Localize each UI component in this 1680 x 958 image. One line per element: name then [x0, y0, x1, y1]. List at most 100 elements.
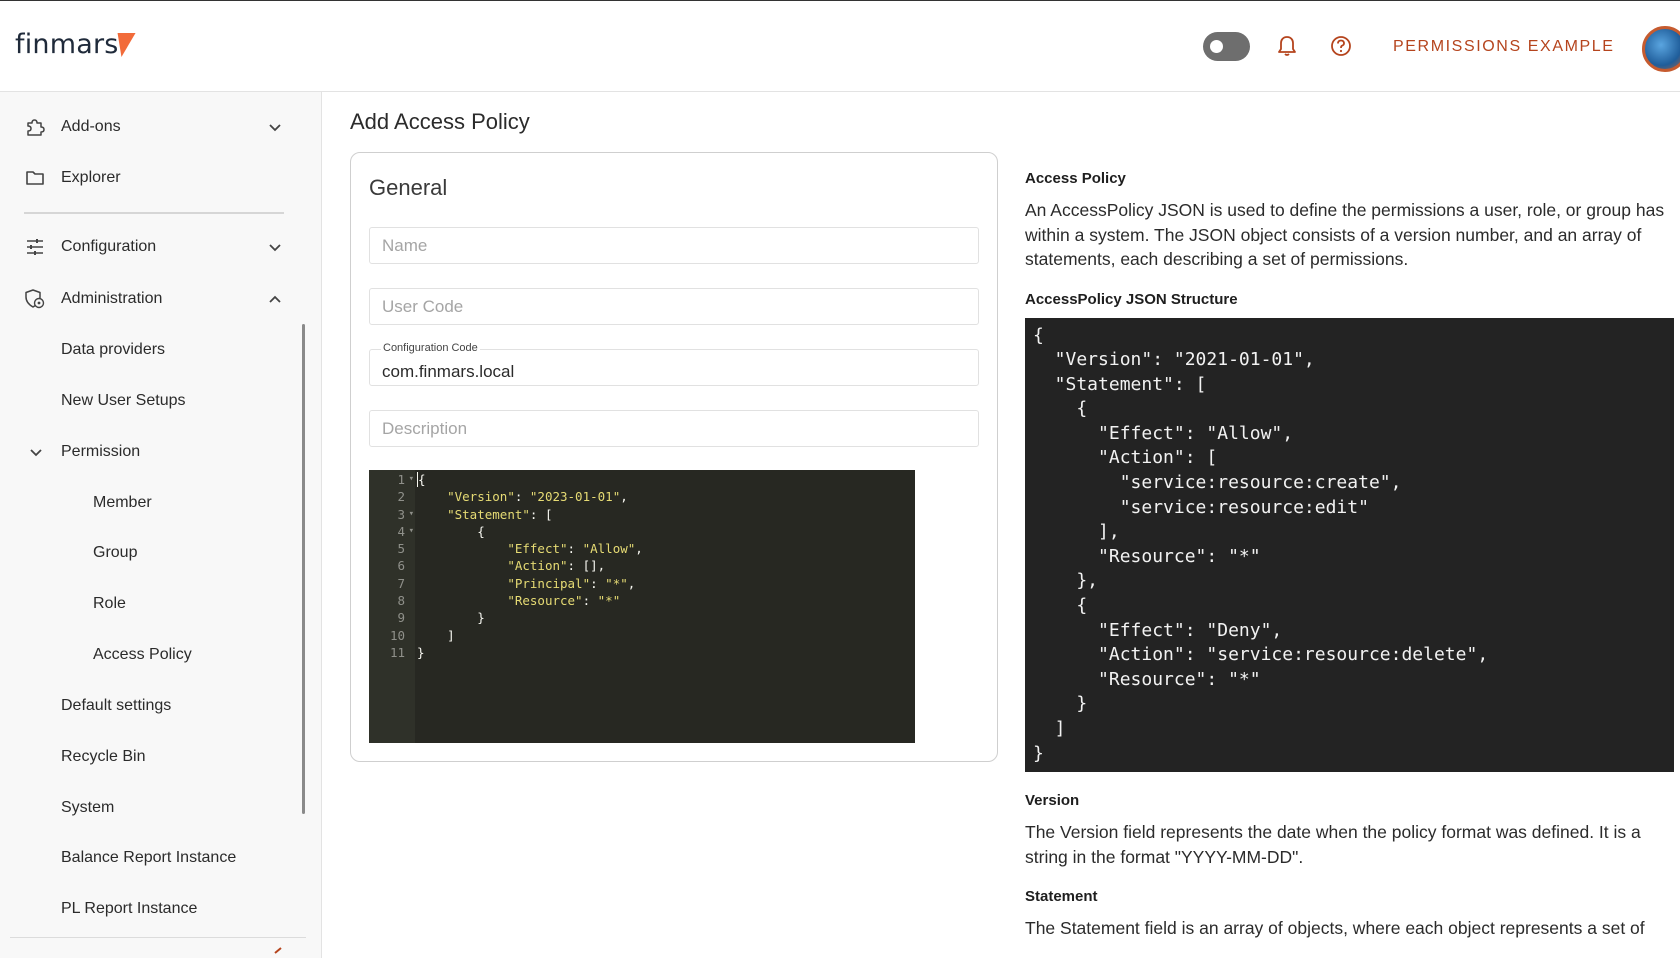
name-field — [369, 227, 979, 264]
configuration-code-field: Configuration Code — [369, 342, 979, 386]
line-number: 3 — [369, 506, 415, 524]
sidebar-item-add-ons[interactable]: Add-ons — [0, 107, 322, 147]
code-line: } — [417, 610, 485, 626]
json-structure-example: { "Version": "2021-01-01", "Statement": … — [1025, 317, 1674, 773]
sidebar-item-configuration[interactable]: Configuration — [0, 227, 322, 267]
logo-text: finmars — [15, 29, 119, 60]
statement-description: The Statement field is an array of objec… — [1025, 918, 1645, 939]
sidebar-item-label: New User Setups — [61, 392, 186, 409]
chevron-left-icon — [274, 947, 282, 954]
user-code-field — [369, 288, 979, 325]
user-avatar[interactable] — [1642, 26, 1680, 72]
sidebar-item-explorer[interactable]: Explorer — [0, 158, 322, 198]
help-button[interactable] — [1326, 31, 1356, 61]
line-number: 6 — [397, 558, 405, 574]
code-line: "Resource": "*" — [507, 593, 621, 609]
notifications-button[interactable] — [1272, 31, 1302, 61]
line-number: 4 — [369, 523, 415, 541]
line-number: 5 — [397, 541, 405, 557]
theme-toggle[interactable] — [1203, 32, 1250, 61]
access-policy-heading: Access Policy — [1025, 170, 1126, 187]
code-line: { — [417, 472, 426, 487]
line-number: 8 — [397, 593, 405, 609]
chevron-down-icon — [27, 443, 45, 461]
sidebar-item-label: Add-ons — [61, 118, 121, 135]
code-line: "Statement": [ — [447, 506, 553, 522]
help-panel: Access Policy An AccessPolicy JSON is us… — [1025, 170, 1674, 941]
sidebar-item-role[interactable]: Role — [0, 584, 322, 624]
sidebar-item-permission[interactable]: Permission — [0, 432, 322, 472]
line-number: 9 — [397, 610, 405, 626]
sidebar-item-label: Balance Report Instance — [61, 849, 237, 866]
help-circle-icon — [1331, 36, 1351, 56]
sidebar-item-pl-report-instance[interactable]: PL Report Instance — [0, 889, 322, 929]
chevron-down-icon — [266, 238, 284, 256]
toggle-knob — [1210, 40, 1223, 53]
access-policy-description: An AccessPolicy JSON is used to define t… — [1025, 200, 1665, 269]
sidebar-item-data-providers[interactable]: Data providers — [0, 330, 322, 370]
sidebar-item-default-settings[interactable]: Default settings — [0, 686, 322, 726]
code-line: "Principal": "*", — [507, 575, 636, 591]
code-line: { — [417, 523, 485, 539]
sidebar-item-label: Default settings — [61, 697, 172, 714]
code-line: "Version": "2023-01-01", — [447, 489, 628, 505]
sidebar-item-label: Recycle Bin — [61, 748, 146, 765]
bell-icon — [1278, 36, 1296, 56]
json-code-editor[interactable]: 1 2 3 4 5 6 7 8 9 10 11 { "Version": "20… — [369, 470, 915, 743]
sidebar-item-member[interactable]: Member — [0, 483, 322, 523]
sidebar-item-label: Access Policy — [93, 646, 192, 663]
sidebar: Add-ons Explorer Configuration Administr… — [0, 92, 322, 958]
sidebar-item-administration[interactable]: Administration — [0, 279, 322, 319]
configuration-code-input[interactable] — [370, 350, 978, 385]
line-number: 7 — [397, 575, 405, 591]
sliders-icon — [24, 236, 46, 258]
finmars-logo[interactable]: finmars — [15, 27, 136, 63]
code-line: } — [417, 644, 425, 660]
sidebar-item-group[interactable]: Group — [0, 533, 322, 573]
description-input[interactable] — [370, 411, 978, 446]
sidebar-item-balance-report-instance[interactable]: Balance Report Instance — [0, 838, 322, 878]
line-number: 11 — [389, 644, 405, 660]
sidebar-item-new-user-setups[interactable]: New User Setups — [0, 381, 322, 421]
editor-gutter: 1 2 3 4 5 6 7 8 9 10 11 — [369, 470, 415, 743]
sidebar-bottom-divider — [10, 937, 306, 938]
sidebar-divider — [24, 212, 284, 214]
name-input[interactable] — [370, 228, 978, 263]
code-line: ] — [417, 627, 455, 643]
workspace-name-button[interactable]: PERMISSIONS EXAMPLE — [1393, 38, 1615, 56]
configuration-code-label: Configuration Code — [381, 342, 480, 354]
sidebar-item-label: Configuration — [61, 238, 157, 255]
statement-heading: Statement — [1025, 888, 1098, 906]
structure-heading: AccessPolicy JSON Structure — [1025, 290, 1238, 308]
page-title: Add Access Policy — [350, 109, 530, 134]
sidebar-item-recycle-bin[interactable]: Recycle Bin — [0, 737, 322, 777]
sidebar-item-label: Data providers — [61, 341, 166, 358]
editor-code[interactable]: { "Version": "2023-01-01", "Statement": … — [417, 471, 643, 661]
sidebar-collapse-button[interactable] — [272, 946, 284, 958]
sidebar-item-label: Group — [93, 544, 138, 561]
sidebar-scrollbar[interactable] — [302, 324, 305, 814]
sidebar-item-label: Administration — [61, 290, 163, 307]
chevron-up-icon — [266, 290, 284, 308]
sidebar-item-label: Explorer — [61, 169, 121, 186]
description-field — [369, 410, 979, 447]
app-header: finmars PERMISSIONS EXAMPLE — [0, 1, 1680, 92]
puzzle-icon — [24, 116, 46, 138]
sidebar-item-access-policy[interactable]: Access Policy — [0, 635, 322, 675]
folder-icon — [24, 167, 46, 189]
general-form-card: General Configuration Code 1 2 3 4 5 6 7… — [350, 152, 998, 762]
line-number: 1 — [369, 471, 415, 489]
user-code-input[interactable] — [370, 289, 978, 324]
sidebar-item-label: Role — [93, 595, 126, 612]
card-title: General — [369, 175, 448, 200]
line-number: 2 — [397, 489, 405, 505]
sidebar-item-system[interactable]: System — [0, 788, 322, 828]
sidebar-item-label: Permission — [61, 443, 141, 460]
chevron-down-icon — [266, 118, 284, 136]
code-line: "Effect": "Allow", — [507, 541, 643, 557]
admin-shield-icon — [24, 288, 46, 310]
code-line: "Action": [], — [507, 558, 606, 574]
sidebar-item-label: PL Report Instance — [61, 900, 198, 917]
sidebar-item-label: Member — [93, 494, 152, 511]
sidebar-item-label: System — [61, 799, 115, 816]
